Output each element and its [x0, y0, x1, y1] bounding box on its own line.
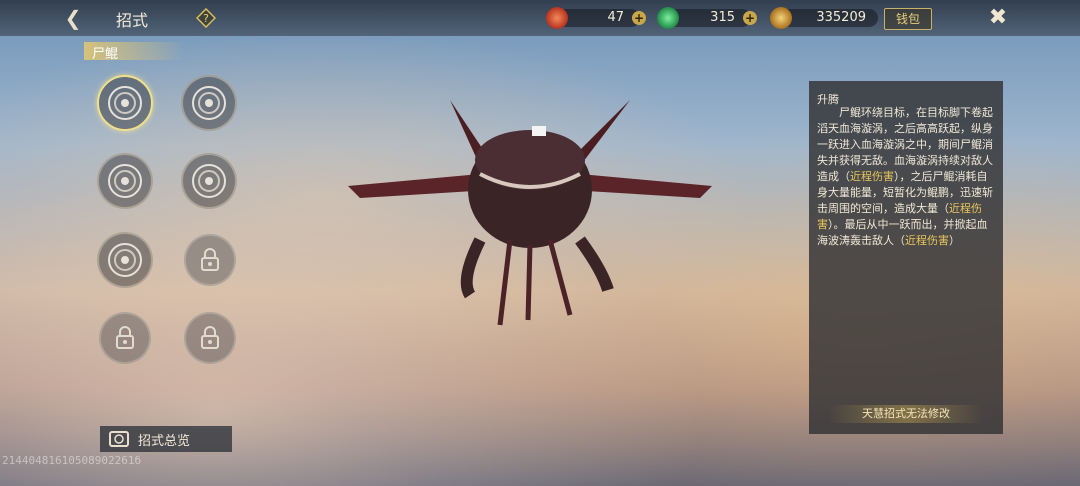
- back-button[interactable]: ❮: [60, 6, 86, 30]
- top-bar: ❮ 招式 ? 47 + 315 + 335209 钱包 ✖: [0, 0, 1080, 36]
- swirl-skill-icon: [108, 164, 142, 198]
- green-jade-icon: [657, 7, 679, 29]
- resource-value: 315: [710, 10, 735, 25]
- skill-slot-4[interactable]: [181, 153, 237, 209]
- skill-slot-5[interactable]: [97, 232, 153, 288]
- wallet-button[interactable]: 钱包: [884, 8, 932, 30]
- add-green-jade-button[interactable]: +: [743, 11, 757, 25]
- cannot-modify-note: 天慧招式无法修改: [829, 405, 983, 423]
- close-icon: ✖: [988, 5, 1008, 30]
- desc-text: ）。最后从中一跃而出，并掀起血海波涛轰击敌人（: [817, 218, 988, 247]
- swirl-skill-icon: [108, 86, 142, 120]
- watermark-text: 21440481610508902261б: [2, 454, 142, 467]
- lock-icon: [116, 326, 134, 349]
- scroll-icon: [109, 431, 129, 447]
- skill-detail-panel: 升腾 尸鲲环绕目标，在目标脚下卷起滔天血海漩涡，之后高高跃起，纵身一跃进入血海漩…: [809, 81, 1003, 434]
- swirl-skill-icon: [192, 86, 226, 120]
- skill-slot-8-locked[interactable]: [184, 312, 236, 364]
- chevron-left-icon: ❮: [64, 6, 82, 30]
- creature-model: [348, 100, 712, 326]
- skill-slot-3[interactable]: [97, 153, 153, 209]
- resource-value: 47: [607, 10, 624, 25]
- red-gem-icon: [546, 7, 568, 29]
- add-red-gem-button[interactable]: +: [632, 11, 646, 25]
- resource-gold: 335209: [770, 7, 878, 29]
- character-name: 尸鲲: [92, 47, 119, 62]
- svg-text:?: ?: [203, 12, 209, 25]
- skill-description: 尸鲲环绕目标，在目标脚下卷起滔天血海漩涡，之后高高跃起，纵身一跃进入血海漩涡之中…: [817, 105, 997, 249]
- overview-label: 招式总览: [138, 434, 191, 449]
- damage-type-highlight: 近程伤害: [850, 170, 894, 183]
- damage-type-highlight: 近程伤害: [905, 234, 949, 247]
- swirl-skill-icon: [192, 164, 226, 198]
- help-button[interactable]: ?: [195, 7, 217, 29]
- resource-green-jade: 315 +: [657, 7, 757, 29]
- close-button[interactable]: ✖: [986, 6, 1010, 30]
- swirl-skill-icon: [108, 243, 142, 277]
- resource-red-gem: 47 +: [546, 7, 646, 29]
- character-tab[interactable]: 尸鲲: [84, 42, 184, 62]
- desc-text: ）: [949, 234, 960, 247]
- gold-ingot-icon: [770, 7, 792, 29]
- resource-value: 335209: [816, 10, 866, 25]
- help-icon: ?: [195, 7, 217, 29]
- skill-slot-7-locked[interactable]: [99, 312, 151, 364]
- lock-icon: [201, 326, 219, 349]
- skill-slot-1[interactable]: [97, 75, 153, 131]
- page-title: 招式: [116, 11, 149, 30]
- lock-icon: [201, 248, 219, 271]
- skill-slot-6-locked[interactable]: [184, 234, 236, 286]
- skill-slot-2[interactable]: [181, 75, 237, 131]
- skill-overview-button[interactable]: 招式总览: [100, 426, 232, 452]
